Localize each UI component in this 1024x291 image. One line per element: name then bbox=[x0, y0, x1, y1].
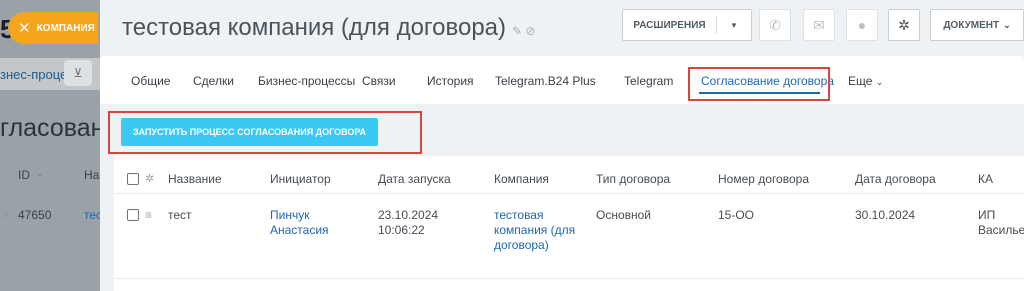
sort-chevron-icon[interactable]: ⌄ bbox=[36, 168, 44, 179]
cell-ka: ИП Василье bbox=[978, 208, 1024, 238]
cell-contract-date: 30.10.2024 bbox=[855, 208, 916, 222]
column-header-company[interactable]: Компания bbox=[494, 172, 549, 186]
column-header-initiator[interactable]: Инициатор bbox=[270, 172, 331, 186]
phone-icon[interactable]: ✆ bbox=[759, 9, 791, 41]
collapse-icon[interactable]: ⊻ bbox=[64, 60, 92, 86]
cell-company[interactable]: тестовая компания (для договора) bbox=[494, 208, 575, 253]
tab-highlight-frame bbox=[688, 67, 830, 101]
start-time: 10:06:22 bbox=[378, 223, 425, 237]
process-table: ✲ Название Инициатор Дата запуска Компан… bbox=[114, 156, 1024, 291]
tab-bar: Общие Сделки Бизнес-процессы Связи Истор… bbox=[100, 56, 1024, 104]
column-header-name[interactable]: Название bbox=[168, 172, 222, 186]
tab-business-processes[interactable]: Бизнес-процессы bbox=[258, 74, 355, 88]
cell-initiator[interactable]: Пинчук Анастасия bbox=[270, 208, 329, 238]
gear-icon[interactable]: ✲ bbox=[888, 9, 920, 41]
background-name-header[interactable]: На bbox=[84, 168, 99, 182]
column-header-start-date[interactable]: Дата запуска bbox=[378, 172, 451, 186]
tab-history[interactable]: История bbox=[427, 74, 474, 88]
page-title-text: тестовая компания (для договора) bbox=[122, 14, 507, 41]
document-button[interactable]: ДОКУМЕНТ ⌄ bbox=[930, 9, 1024, 41]
edit-pencil-icon[interactable]: ✎ ⊘ bbox=[512, 24, 535, 38]
select-all-checkbox[interactable] bbox=[127, 173, 139, 185]
background-id-header[interactable]: ID bbox=[18, 168, 30, 182]
row-menu-icon[interactable]: ≡ bbox=[145, 208, 152, 222]
column-header-contract-type[interactable]: Тип договора bbox=[596, 172, 670, 186]
background-heading: гласование bbox=[0, 114, 100, 142]
extensions-button[interactable]: РАСШИРЕНИЯ ▼ bbox=[622, 9, 752, 41]
column-header-contract-date[interactable]: Дата договора bbox=[855, 172, 936, 186]
tab-more[interactable]: Еще ⌄ bbox=[848, 74, 883, 88]
background-table-head: ✲ ID ⌄ На bbox=[0, 162, 100, 190]
chevron-down-icon[interactable]: ▼ bbox=[717, 21, 751, 30]
initiator-first: Пинчук bbox=[270, 208, 310, 222]
row-menu-icon[interactable]: ≡ bbox=[2, 208, 9, 222]
company-line-1: тестовая bbox=[494, 208, 544, 222]
page-title: тестовая компания (для договора) ✎ ⊘ bbox=[122, 14, 535, 42]
tab-telegram[interactable]: Telegram bbox=[624, 74, 673, 88]
row-checkbox[interactable] bbox=[127, 209, 139, 221]
extensions-label: РАСШИРЕНИЯ bbox=[633, 19, 706, 31]
tab-deals[interactable]: Сделки bbox=[193, 74, 234, 88]
tab-links[interactable]: Связи bbox=[362, 74, 396, 88]
company-line-2: компания (для bbox=[494, 223, 576, 237]
cell-contract-number: 15-ОО bbox=[718, 208, 755, 222]
gear-icon[interactable]: ✲ bbox=[145, 172, 154, 185]
ka-line-1: ИП bbox=[978, 208, 996, 222]
company-chip-label: КОМПАНИЯ bbox=[36, 22, 95, 34]
background-row-id: 47650 bbox=[18, 208, 52, 222]
background-row-name[interactable]: тес bbox=[84, 208, 100, 222]
chevron-down-icon: ⌄ bbox=[875, 77, 884, 87]
divider bbox=[114, 193, 1024, 194]
close-icon[interactable]: ✕ bbox=[18, 19, 31, 37]
company-line-3: договора) bbox=[494, 238, 549, 252]
company-close-chip[interactable]: ✕ КОМПАНИЯ bbox=[8, 12, 98, 44]
company-detail-panel: тестовая компания (для договора) ✎ ⊘ РАСШ… bbox=[100, 0, 1024, 291]
tab-general[interactable]: Общие bbox=[131, 74, 170, 88]
divider bbox=[114, 278, 1024, 279]
cell-start-date: 23.10.2024 10:06:22 bbox=[378, 208, 438, 238]
ka-line-2: Василье bbox=[978, 223, 1024, 237]
start-button-highlight-frame bbox=[108, 111, 422, 154]
background-page: 5 ✕ КОМПАНИЯ знес-процесс ⊻ гласование ✲… bbox=[0, 0, 100, 291]
chat-icon[interactable]: ● bbox=[846, 9, 878, 41]
column-header-ka[interactable]: КА bbox=[978, 172, 993, 186]
chevron-down-icon: ⌄ bbox=[1003, 19, 1011, 30]
tab-more-label: Еще bbox=[848, 74, 873, 88]
gear-icon[interactable]: ✲ bbox=[2, 168, 11, 181]
initiator-last: Анастасия bbox=[270, 223, 329, 237]
document-label: ДОКУМЕНТ bbox=[943, 19, 1000, 31]
column-header-contract-number[interactable]: Номер договора bbox=[718, 172, 809, 186]
cell-contract-type: Основной bbox=[596, 208, 652, 222]
mail-icon[interactable]: ✉ bbox=[803, 9, 835, 41]
start-date: 23.10.2024 bbox=[378, 208, 439, 222]
tab-telegram-b24-plus[interactable]: Telegram.B24 Plus bbox=[495, 74, 596, 88]
cell-name: тест bbox=[168, 208, 192, 222]
